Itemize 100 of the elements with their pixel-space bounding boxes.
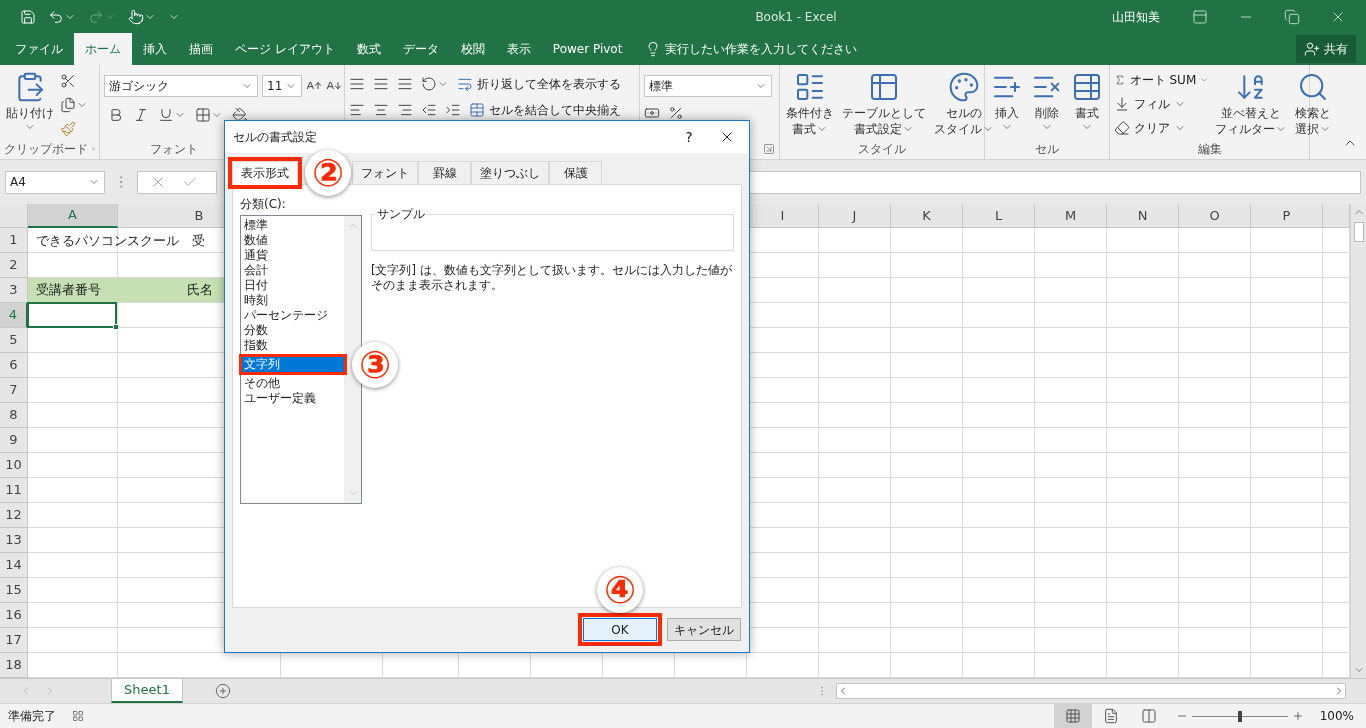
grid-icon[interactable] bbox=[72, 710, 84, 722]
align-top-icon[interactable] bbox=[349, 76, 365, 92]
row-header[interactable]: 12 bbox=[0, 503, 28, 528]
ribbon-tab[interactable]: Power Pivot bbox=[541, 33, 634, 65]
row-header[interactable]: 3 bbox=[0, 278, 28, 303]
merge-icon[interactable] bbox=[469, 102, 485, 118]
ribbon-tab[interactable]: ファイル bbox=[4, 33, 74, 65]
row-header[interactable]: 7 bbox=[0, 378, 28, 403]
sheet-cell[interactable]: 受講者番号 bbox=[28, 278, 118, 302]
touch-icon[interactable] bbox=[128, 8, 144, 25]
table-icon[interactable] bbox=[1071, 71, 1103, 103]
row-header[interactable]: 13 bbox=[0, 528, 28, 553]
undo-icon[interactable] bbox=[48, 8, 64, 25]
column-header[interactable]: N bbox=[1107, 204, 1179, 228]
selected-cell[interactable] bbox=[27, 302, 117, 328]
ribbon-button[interactable]: 条件付き 書式 bbox=[784, 69, 836, 137]
dialog-tab[interactable]: フォント bbox=[352, 161, 418, 184]
restore-icon[interactable] bbox=[1284, 8, 1300, 25]
dialog-tab[interactable]: 罫線 bbox=[418, 161, 471, 184]
person-icon[interactable] bbox=[1304, 41, 1320, 57]
ribbon-button[interactable]: クリア bbox=[1114, 119, 1209, 137]
category-item[interactable]: 通貨 bbox=[242, 248, 344, 263]
ribbon-tab[interactable]: データ bbox=[391, 33, 450, 65]
launcher-icon[interactable] bbox=[763, 143, 775, 155]
save-icon[interactable] bbox=[20, 8, 36, 25]
column-header[interactable]: J bbox=[819, 204, 891, 228]
font-size-field[interactable]: 11 bbox=[262, 75, 302, 97]
ribbon-button[interactable]: 削除 bbox=[1029, 69, 1065, 133]
scroll-thumb[interactable] bbox=[1353, 222, 1364, 242]
row-header[interactable]: 8 bbox=[0, 403, 28, 428]
row-header[interactable]: 9 bbox=[0, 428, 28, 453]
sheet-tab[interactable]: Sheet1 bbox=[111, 679, 183, 703]
horizontal-scrollbar[interactable] bbox=[836, 683, 1346, 699]
merge-button[interactable]: セルを結合して中央揃え bbox=[469, 101, 621, 119]
number-format-field[interactable]: 標準 bbox=[644, 75, 772, 97]
bold-icon[interactable] bbox=[108, 107, 124, 123]
column-header[interactable]: A bbox=[28, 204, 118, 228]
category-item[interactable]: ユーザー定義 bbox=[242, 391, 344, 406]
ribbon-tab[interactable]: ホーム bbox=[74, 33, 132, 65]
ribbon-display-icon[interactable] bbox=[1192, 8, 1208, 25]
palette-icon[interactable] bbox=[948, 71, 980, 103]
outdent-icon[interactable] bbox=[421, 102, 437, 118]
fill-handle[interactable] bbox=[113, 324, 119, 330]
category-item[interactable]: その他 bbox=[242, 376, 344, 391]
columns-icon[interactable] bbox=[1140, 708, 1157, 724]
sigma-icon[interactable] bbox=[1114, 72, 1126, 88]
row-header[interactable]: 11 bbox=[0, 478, 28, 503]
ribbon-button[interactable]: 検索と 選択 bbox=[1293, 69, 1333, 137]
row-header[interactable]: 6 bbox=[0, 353, 28, 378]
share-button[interactable]: 共有 bbox=[1296, 35, 1356, 63]
row-header[interactable]: 17 bbox=[0, 628, 28, 653]
ribbon-button[interactable]: 書式 bbox=[1069, 69, 1105, 133]
zoom-slider[interactable] bbox=[1191, 710, 1288, 722]
ribbon-tab[interactable]: 挿入 bbox=[132, 33, 178, 65]
category-item[interactable]: 数値 bbox=[242, 233, 344, 248]
cut-icon[interactable] bbox=[60, 73, 76, 89]
brush-icon[interactable] bbox=[60, 121, 76, 137]
row-header[interactable]: 4 bbox=[0, 303, 28, 328]
row-header[interactable]: 16 bbox=[0, 603, 28, 628]
zoom-thumb[interactable] bbox=[1237, 710, 1242, 722]
help-button[interactable]: ? bbox=[674, 126, 704, 148]
border-icon[interactable] bbox=[195, 107, 211, 123]
font-name-field[interactable]: 游ゴシック bbox=[104, 75, 258, 97]
dialog-tab[interactable]: 塗りつぶし bbox=[471, 161, 549, 184]
row-header[interactable]: 15 bbox=[0, 578, 28, 603]
ribbon-button[interactable]: フィル bbox=[1114, 95, 1209, 113]
row-header[interactable]: 10 bbox=[0, 453, 28, 478]
ribbon-tab[interactable]: 表示 bbox=[495, 33, 542, 65]
column-header[interactable]: M bbox=[1035, 204, 1107, 228]
table-icon[interactable] bbox=[868, 71, 900, 103]
column-header[interactable]: L bbox=[963, 204, 1035, 228]
wrap-icon[interactable] bbox=[457, 76, 473, 92]
ribbon-tab[interactable]: 校閲 bbox=[449, 33, 496, 65]
row-header[interactable]: 18 bbox=[0, 653, 28, 678]
align-center-icon[interactable] bbox=[373, 102, 389, 118]
ribbon-tab[interactable]: ページ レイアウト bbox=[224, 33, 346, 65]
search-icon[interactable] bbox=[1297, 71, 1329, 103]
column-header[interactable]: O bbox=[1179, 204, 1251, 228]
row-header[interactable]: 2 bbox=[0, 253, 28, 278]
add-sheet-icon[interactable] bbox=[215, 683, 231, 699]
fill-color-icon[interactable] bbox=[232, 107, 248, 123]
ribbon-button[interactable]: 貼り付け bbox=[4, 69, 56, 133]
indent-icon[interactable] bbox=[445, 102, 461, 118]
ribbon-button[interactable]: 並べ替えと フィルター bbox=[1213, 69, 1289, 137]
category-item[interactable]: 分数 bbox=[242, 323, 344, 338]
dialog-tab[interactable]: 保護 bbox=[549, 161, 602, 184]
align-left-icon[interactable] bbox=[349, 102, 365, 118]
column-header[interactable]: I bbox=[747, 204, 819, 228]
dialog-button[interactable]: キャンセル bbox=[667, 618, 741, 641]
column-header[interactable]: K bbox=[891, 204, 963, 228]
underline-icon[interactable] bbox=[158, 107, 174, 123]
row-header[interactable]: 1 bbox=[0, 228, 28, 253]
ribbon-tab[interactable]: 描画 bbox=[178, 33, 224, 65]
currency-icon[interactable] bbox=[644, 105, 660, 121]
wrap-text-button[interactable]: 折り返して全体を表示する bbox=[457, 75, 621, 93]
view-button[interactable] bbox=[1053, 704, 1092, 728]
list-icon[interactable] bbox=[794, 71, 826, 103]
column-header[interactable]: P bbox=[1251, 204, 1323, 228]
align-bottom-icon[interactable] bbox=[397, 76, 413, 92]
zoom-in-icon[interactable] bbox=[1291, 710, 1304, 722]
